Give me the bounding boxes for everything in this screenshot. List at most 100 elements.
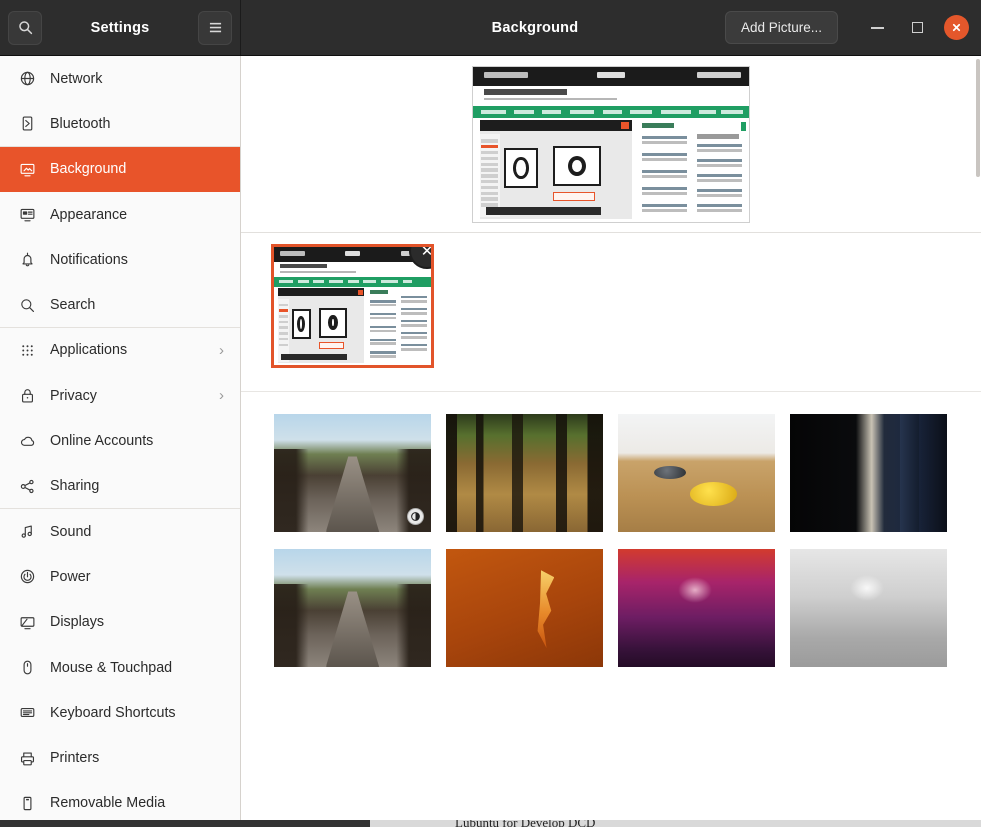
window-controls	[864, 15, 973, 41]
wallpaper-art	[790, 549, 947, 667]
sidebar-item-applications[interactable]: Applications ›	[0, 328, 240, 373]
half-circle-icon	[411, 512, 420, 521]
sidebar-item-background[interactable]: Background	[0, 146, 240, 192]
displays-icon	[16, 614, 38, 631]
sidebar-item-search[interactable]: Search	[0, 282, 240, 327]
wallpaper-orange-bird[interactable]	[446, 549, 603, 667]
bell-icon	[21, 252, 33, 267]
custom-wallpaper-desktop-screenshot[interactable]: ✕	[271, 244, 434, 368]
sidebar-item-label: Appearance	[50, 206, 128, 223]
sidebar-item-label: Applications	[50, 342, 128, 359]
header-left: Settings	[0, 0, 241, 55]
maximize-button[interactable]	[904, 15, 930, 41]
sidebar-item-removable-media[interactable]: Removable Media	[0, 781, 240, 820]
sidebar-item-displays[interactable]: Displays	[0, 600, 240, 645]
sidebar-item-label: Search	[50, 297, 96, 314]
sidebar-item-label: Network	[50, 70, 103, 87]
mouse-icon	[16, 659, 38, 676]
window-body: Network Bluetooth Background Appearance Noti…	[0, 56, 981, 820]
sidebar-item-power[interactable]: Power	[0, 554, 240, 599]
sidebar-item-sound[interactable]: Sound	[0, 509, 240, 554]
sound-note-icon	[21, 525, 32, 538]
wallpaper-dark-corridor[interactable]	[790, 414, 947, 532]
search-icon	[16, 297, 38, 314]
wallpaper-art	[274, 549, 431, 667]
close-button[interactable]	[944, 15, 969, 40]
background-icon	[20, 163, 34, 177]
minimize-button[interactable]	[864, 15, 890, 41]
background-window-dark-area	[0, 820, 370, 827]
wallpaper-art	[446, 549, 603, 667]
main-menu-button[interactable]	[198, 10, 232, 45]
settings-window: Settings Background Add Picture... Netwo…	[0, 0, 981, 820]
keyboard-icon	[16, 704, 38, 721]
sidebar-item-appearance[interactable]: Appearance	[0, 192, 240, 237]
wallpaper-art	[274, 247, 431, 365]
sidebar-item-label: Online Accounts	[50, 433, 154, 450]
custom-pictures-area: ✕	[241, 233, 981, 392]
sidebar-item-label: Power	[50, 568, 91, 585]
wallpaper-art	[618, 549, 775, 667]
sidebar-item-sharing[interactable]: Sharing	[0, 464, 240, 509]
sidebar-item-label: Displays	[50, 614, 105, 631]
content-scrollbar[interactable]	[976, 59, 980, 177]
sidebar-item-keyboard-shortcuts[interactable]: Keyboard Shortcuts	[0, 690, 240, 735]
sidebar-item-online-accounts[interactable]: Online Accounts	[0, 418, 240, 463]
printer-icon	[20, 752, 34, 765]
appearance-icon	[20, 208, 34, 222]
sidebar-item-privacy[interactable]: Privacy ›	[0, 373, 240, 418]
mouse-icon	[23, 660, 31, 675]
sidebar-item-label: Bluetooth	[50, 115, 111, 132]
sidebar-item-label: Removable Media	[50, 795, 166, 812]
sidebar-item-label: Notifications	[50, 251, 128, 268]
add-picture-button[interactable]: Add Picture...	[724, 11, 838, 44]
apps-grid-icon	[21, 345, 33, 356]
search-icon	[18, 21, 32, 35]
wallpaper-purple-fade[interactable]	[618, 549, 775, 667]
bluetooth-icon	[16, 115, 38, 132]
search-button[interactable]	[8, 10, 42, 45]
power-icon	[20, 570, 34, 584]
displays-icon	[20, 616, 34, 629]
share-icon	[20, 479, 34, 493]
background-icon	[16, 161, 38, 178]
cloud-icon	[16, 433, 38, 450]
lock-icon	[21, 389, 33, 403]
wallpaper-grid[interactable]	[241, 392, 981, 667]
cloud-icon	[20, 436, 34, 446]
wallpaper-forest-leaves[interactable]	[446, 414, 603, 532]
sidebar-item-label: Sharing	[50, 478, 100, 495]
sidebar-item-printers[interactable]: Printers	[0, 735, 240, 780]
background-panel: ✕	[241, 56, 981, 820]
wallpaper-table-puck[interactable]	[618, 414, 775, 532]
sidebar-item-network[interactable]: Network	[0, 56, 240, 101]
maximize-icon	[911, 22, 923, 33]
removable-media-icon	[23, 796, 31, 811]
apps-grid-icon	[16, 342, 38, 359]
sidebar-item-label: Privacy	[50, 387, 97, 404]
wallpaper-bridge-light[interactable]	[274, 414, 431, 532]
appearance-icon	[16, 206, 38, 223]
page-title: Background	[491, 19, 579, 36]
settings-sidebar[interactable]: Network Bluetooth Background Appearance Noti…	[0, 56, 241, 820]
globe-icon	[20, 71, 34, 86]
sidebar-item-label: Background	[50, 161, 127, 178]
background-window-text: Lubuntu for Develop DCD	[455, 820, 595, 827]
power-icon	[16, 568, 38, 585]
sidebar-item-label: Sound	[50, 523, 92, 540]
sidebar-item-bluetooth[interactable]: Bluetooth	[0, 101, 240, 146]
lock-icon	[16, 387, 38, 404]
bluetooth-icon	[22, 116, 32, 131]
dark-mode-variant-badge	[407, 508, 424, 525]
sidebar-item-mouse-touchpad[interactable]: Mouse & Touchpad	[0, 645, 240, 690]
search-icon	[20, 298, 34, 312]
sidebar-item-label: Printers	[50, 750, 100, 767]
wallpaper-art	[446, 414, 603, 532]
sidebar-item-notifications[interactable]: Notifications	[0, 237, 240, 282]
wallpaper-grey-fade[interactable]	[790, 549, 947, 667]
sound-note-icon	[16, 523, 38, 540]
background-window-strip: Lubuntu for Develop DCD	[0, 820, 981, 827]
wallpaper-bridge-plain[interactable]	[274, 549, 431, 667]
removable-media-icon	[16, 795, 38, 812]
current-desktop-preview	[472, 65, 750, 223]
